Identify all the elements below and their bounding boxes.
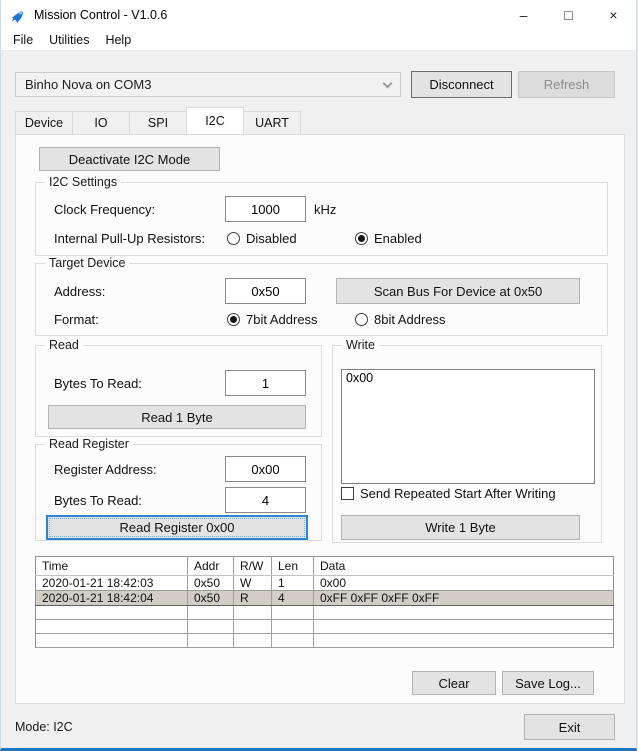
target-device-group: Target Device Address: Scan Bus For Devi…	[35, 263, 608, 336]
read-register-title: Read Register	[45, 437, 133, 451]
log-row-selected[interactable]: 2020-01-21 18:42:04 0x50 R 4 0xFF 0xFF 0…	[36, 591, 614, 606]
log-row[interactable]: 2020-01-21 18:42:03 0x50 W 1 0x00	[36, 576, 614, 591]
log-header-data: Data	[314, 557, 614, 576]
clear-log-button[interactable]: Clear	[412, 671, 496, 695]
mode-tabs: Device IO SPI I2C UART	[15, 111, 301, 134]
log-row-empty	[36, 634, 614, 648]
write-title: Write	[342, 338, 379, 352]
read-register-group: Read Register Register Address: Bytes To…	[35, 444, 322, 541]
log-cell-rw: R	[234, 591, 272, 606]
exit-button[interactable]: Exit	[524, 714, 615, 740]
pullup-disabled-label: Disabled	[246, 231, 297, 246]
app-icon	[10, 7, 26, 23]
log-cell-data: 0x00	[314, 576, 614, 591]
log-cell-time: 2020-01-21 18:42:04	[36, 591, 188, 606]
bytes-to-read-label: Bytes To Read:	[54, 370, 142, 396]
chevron-down-icon	[383, 78, 393, 88]
i2c-settings-title: I2C Settings	[45, 175, 121, 189]
i2c-tab-panel: Deactivate I2C Mode I2C Settings Clock F…	[15, 134, 625, 704]
pullup-enabled-radio[interactable]: Enabled	[355, 225, 422, 251]
log-header-addr: Addr	[188, 557, 234, 576]
tab-uart[interactable]: UART	[243, 111, 301, 134]
tab-device[interactable]: Device	[15, 111, 73, 134]
pullup-enabled-label: Enabled	[374, 231, 422, 246]
register-address-label: Register Address:	[54, 456, 157, 482]
register-address-input[interactable]	[225, 456, 306, 482]
port-selector[interactable]: Binho Nova on COM3	[15, 72, 401, 97]
log-cell-addr: 0x50	[188, 576, 234, 591]
repeated-start-checkbox[interactable]: Send Repeated Start After Writing	[341, 486, 556, 501]
transaction-log-table: Time Addr R/W Len Data 2020-01-21 18:42:…	[35, 556, 614, 648]
menu-help[interactable]: Help	[97, 31, 139, 49]
maximize-button[interactable]: □	[546, 0, 591, 30]
log-header-row: Time Addr R/W Len Data	[36, 557, 614, 576]
radio-icon	[227, 232, 240, 245]
log-header-time: Time	[36, 557, 188, 576]
log-cell-time: 2020-01-21 18:42:03	[36, 576, 188, 591]
repeated-start-label: Send Repeated Start After Writing	[360, 486, 556, 501]
tab-i2c[interactable]: I2C	[186, 107, 244, 134]
log-cell-len: 4	[272, 591, 314, 606]
refresh-button[interactable]: Refresh	[518, 71, 615, 98]
log-header-rw: R/W	[234, 557, 272, 576]
read-group: Read Bytes To Read: Read 1 Byte	[35, 345, 322, 437]
format-8bit-label: 8bit Address	[374, 312, 446, 327]
radio-icon	[355, 232, 368, 245]
register-bytes-label: Bytes To Read:	[54, 487, 142, 513]
checkbox-icon	[341, 487, 354, 500]
log-row-empty	[36, 620, 614, 634]
clock-frequency-label: Clock Frequency:	[54, 196, 155, 222]
minimize-button[interactable]: –	[501, 0, 546, 30]
log-cell-addr: 0x50	[188, 591, 234, 606]
format-label: Format:	[54, 306, 99, 332]
pullup-resistors-label: Internal Pull-Up Resistors:	[54, 225, 205, 251]
title-bar: Mission Control - V1.0.6 – □ ×	[1, 0, 636, 30]
write-payload-textarea[interactable]: 0x00	[341, 369, 595, 484]
close-button[interactable]: ×	[591, 0, 636, 30]
window-title: Mission Control - V1.0.6	[34, 8, 167, 22]
window-controls: – □ ×	[501, 0, 636, 30]
tab-io[interactable]: IO	[72, 111, 130, 134]
radio-icon	[227, 313, 240, 326]
radio-icon	[355, 313, 368, 326]
log-cell-len: 1	[272, 576, 314, 591]
deactivate-i2c-button[interactable]: Deactivate I2C Mode	[39, 147, 220, 171]
mode-status-label: Mode: I2C	[15, 714, 73, 740]
format-8bit-radio[interactable]: 8bit Address	[355, 306, 446, 332]
format-7bit-radio[interactable]: 7bit Address	[227, 306, 318, 332]
clock-frequency-input[interactable]	[225, 196, 306, 222]
clock-frequency-unit: kHz	[314, 196, 336, 222]
i2c-settings-group: I2C Settings Clock Frequency: kHz Intern…	[35, 182, 608, 256]
register-bytes-input[interactable]	[225, 487, 306, 513]
format-7bit-label: 7bit Address	[246, 312, 318, 327]
port-selector-value: Binho Nova on COM3	[25, 77, 151, 92]
read-title: Read	[45, 338, 83, 352]
log-cell-data: 0xFF 0xFF 0xFF 0xFF	[314, 591, 614, 606]
menu-file[interactable]: File	[5, 31, 41, 49]
read-button[interactable]: Read 1 Byte	[48, 405, 306, 429]
write-group: Write 0x00 Send Repeated Start After Wri…	[332, 345, 602, 543]
pullup-disabled-radio[interactable]: Disabled	[227, 225, 297, 251]
target-device-title: Target Device	[45, 256, 129, 270]
menu-utilities[interactable]: Utilities	[41, 31, 97, 49]
disconnect-button[interactable]: Disconnect	[411, 71, 512, 98]
write-button[interactable]: Write 1 Byte	[341, 515, 580, 540]
bytes-to-read-input[interactable]	[225, 370, 306, 396]
read-register-button[interactable]: Read Register 0x00	[46, 515, 308, 540]
log-row-empty	[36, 606, 614, 620]
scan-bus-button[interactable]: Scan Bus For Device at 0x50	[336, 278, 580, 304]
save-log-button[interactable]: Save Log...	[502, 671, 594, 695]
log-cell-rw: W	[234, 576, 272, 591]
app-window: Mission Control - V1.0.6 – □ × File Util…	[0, 0, 637, 751]
address-input[interactable]	[225, 278, 306, 304]
menu-bar: File Utilities Help	[1, 30, 636, 51]
address-label: Address:	[54, 278, 105, 304]
tab-spi[interactable]: SPI	[129, 111, 187, 134]
log-header-len: Len	[272, 557, 314, 576]
